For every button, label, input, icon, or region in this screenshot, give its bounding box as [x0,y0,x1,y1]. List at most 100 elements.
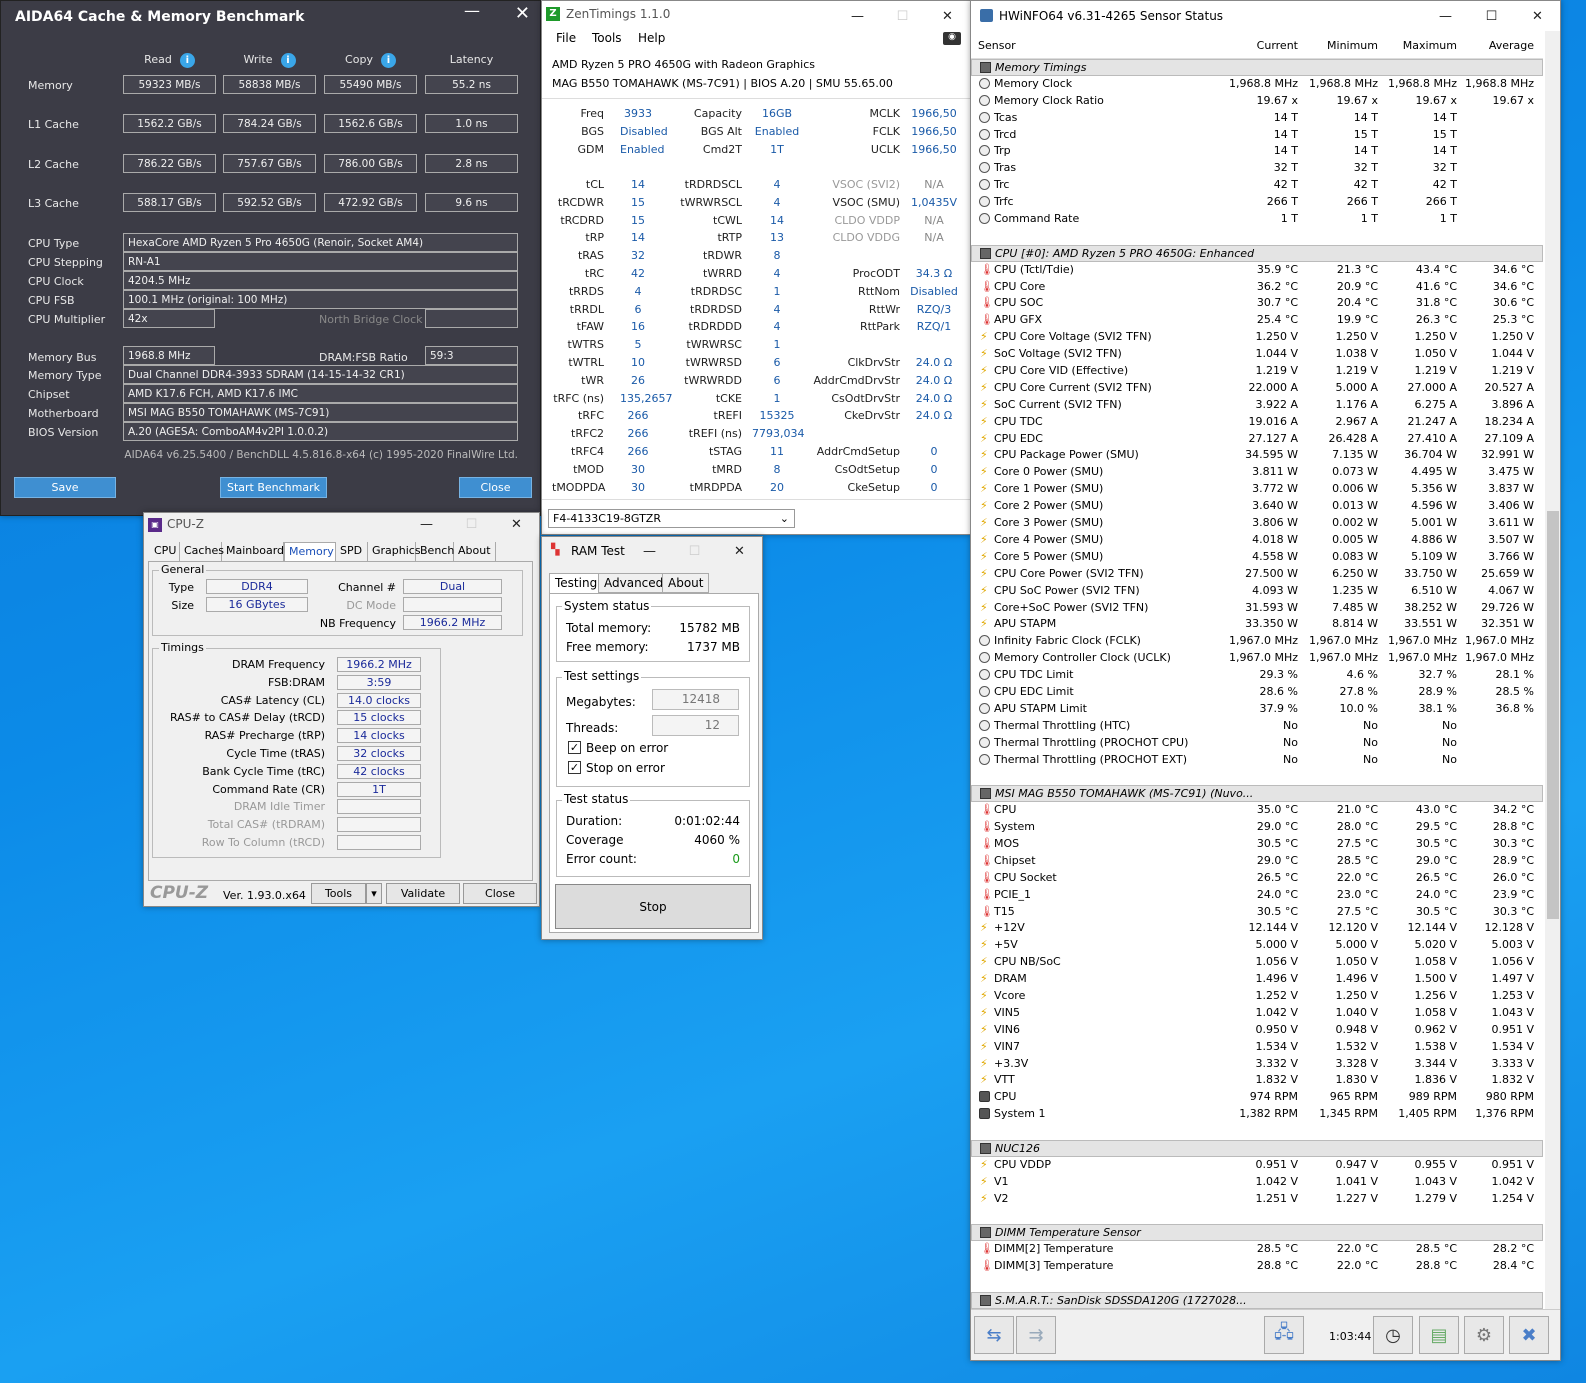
sensor-row[interactable]: Thermal Throttling (PROCHOT EXT) No No No [971,752,1543,769]
sensor-row[interactable]: ⚡ VTT 1.832 V 1.830 V 1.836 V 1.832 V [971,1072,1543,1089]
close-icon[interactable]: ✕ [515,3,530,24]
save-button[interactable]: Save [14,477,116,498]
tools-button[interactable]: Tools [311,883,366,904]
sensor-row[interactable]: ⚡ Core 0 Power (SMU) 3.811 W 0.073 W 4.495 W… [971,464,1543,481]
col-sensor[interactable]: Sensor [978,39,1016,52]
sensor-row[interactable]: Trp 14 T 14 T 14 T [971,143,1543,160]
close-icon[interactable]: ✕ [925,1,970,31]
sensor-group-row[interactable]: S.M.A.R.T.: SanDisk SDSSDA120G (1727028.… [971,1292,1543,1309]
stop-button[interactable]: Stop [555,884,751,929]
beep-checkbox[interactable]: ✓ [568,741,581,754]
maximize-button[interactable]: ☐ [1469,1,1514,31]
megabytes-input[interactable]: 12418 [652,689,739,710]
arrows-lr-icon[interactable]: ⇆ [974,1316,1014,1354]
sensor-row[interactable]: ⚡ CPU Core Voltage (SVI2 TFN) 1.250 V 1.250… [971,329,1543,346]
sensor-row[interactable]: Memory Clock 1,968.8 MHz 1,968.8 MHz 1,968.… [971,76,1543,93]
start-benchmark-button[interactable]: Start Benchmark [220,477,327,498]
minimize-button[interactable]: — [835,1,880,31]
tools-dropdown-icon[interactable]: ▾ [366,883,382,904]
validate-button[interactable]: Validate [386,883,460,904]
stop-on-error-checkbox[interactable]: ✓ [568,761,581,774]
log-file-icon[interactable]: ▤ [1419,1316,1459,1354]
sensor-row[interactable]: Command Rate 1 T 1 T 1 T [971,211,1543,228]
sensor-row[interactable]: 🌡 CPU (Tctl/Tdie) 35.9 °C 21.3 °C 43.4 °C 34.… [971,262,1543,279]
sensor-row[interactable]: ⚡ V2 1.251 V 1.227 V 1.279 V 1.254 V [971,1191,1543,1208]
sensor-row[interactable]: 🌡 DIMM[3] Temperature 28.8 °C 22.0 °C 28.8 °… [971,1258,1543,1275]
sensor-row[interactable]: 🌡 CPU 35.0 °C 21.0 °C 43.0 °C 34.2 °C [971,802,1543,819]
sensor-row[interactable]: 🌡 CPU Socket 26.5 °C 22.0 °C 26.5 °C 26.0 °C [971,870,1543,887]
profile-select[interactable]: F4-4133C19-8GTZR ⌄ [548,509,795,528]
tab-mainboard[interactable]: Mainboard [222,542,284,561]
tab-spd[interactable]: SPD [336,542,368,561]
col-current[interactable]: Current [1223,39,1298,52]
close-button[interactable]: Close [463,883,537,904]
sensor-row[interactable]: Tcas 14 T 14 T 14 T [971,110,1543,127]
sensor-row[interactable]: Tras 32 T 32 T 32 T [971,160,1543,177]
sensor-row[interactable]: ⚡ Core 3 Power (SMU) 3.806 W 0.002 W 5.001 W… [971,515,1543,532]
sensor-row[interactable]: ⚡ CPU EDC 27.127 A 26.428 A 27.410 A 27.109 A [971,431,1543,448]
tab-graphics[interactable]: Graphics [368,542,421,561]
sensor-row[interactable]: System 1 1,382 RPM 1,345 RPM 1,405 RPM 1,376… [971,1106,1543,1123]
sensor-group-row[interactable]: DIMM Temperature Sensor [971,1224,1543,1242]
sensor-row[interactable]: ⚡ Vcore 1.252 V 1.250 V 1.256 V 1.253 V [971,988,1543,1005]
sensor-group-row[interactable]: Memory Timings [971,59,1543,76]
minimize-button[interactable]: — [404,513,449,535]
sensor-row[interactable]: ⚡ Core 5 Power (SMU) 4.558 W 0.083 W 5.109 W… [971,549,1543,566]
info-icon[interactable]: i [380,53,396,68]
sensor-row[interactable]: ⚡ CPU SoC Power (SVI2 TFN) 4.093 W 1.235 W 6… [971,583,1543,600]
close-button[interactable]: Close [459,477,532,498]
threads-input[interactable]: 12 [652,715,739,736]
tab-about[interactable]: About [662,573,710,593]
sensor-row[interactable]: APU STAPM Limit 37.9 % 10.0 % 38.1 % 36.8 % [971,701,1543,718]
tab-memory[interactable]: Memory [284,542,336,561]
sensor-row[interactable]: 🌡 System 29.0 °C 28.0 °C 29.5 °C 28.8 °C [971,819,1543,836]
sensor-row[interactable]: 🌡 APU GFX 25.4 °C 19.9 °C 26.3 °C 25.3 °C [971,312,1543,329]
sensor-row[interactable]: 🌡 PCIE_1 24.0 °C 23.0 °C 24.0 °C 23.9 °C [971,887,1543,904]
sensor-row[interactable]: ⚡ Core 2 Power (SMU) 3.640 W 0.013 W 4.596 W… [971,498,1543,515]
sensor-row[interactable]: CPU 974 RPM 965 RPM 989 RPM 980 RPM [971,1089,1543,1106]
scrollbar-thumb[interactable] [1547,511,1559,919]
tab-cpu[interactable]: CPU [150,542,180,561]
sensor-row[interactable]: Trc 42 T 42 T 42 T [971,177,1543,194]
tab-testing[interactable]: Testing [549,573,604,593]
sensor-row[interactable]: Thermal Throttling (HTC) No No No [971,718,1543,735]
sensor-row[interactable]: ⚡ VIN6 0.950 V 0.948 V 0.962 V 0.951 V [971,1022,1543,1039]
info-icon[interactable]: i [280,53,296,68]
sensor-row[interactable]: 🌡 CPU Core 36.2 °C 20.9 °C 41.6 °C 34.6 °C [971,279,1543,296]
sensor-row[interactable]: ⚡ V1 1.042 V 1.041 V 1.043 V 1.042 V [971,1174,1543,1191]
sensor-row[interactable]: Trfc 266 T 266 T 266 T [971,194,1543,211]
sensor-row[interactable]: ⚡ CPU Core Power (SVI2 TFN) 27.500 W 6.250 … [971,566,1543,583]
sensor-row[interactable]: ⚡ +5V 5.000 V 5.000 V 5.020 V 5.003 V [971,937,1543,954]
sensor-row[interactable]: CPU TDC Limit 29.3 % 4.6 % 32.7 % 28.1 % [971,667,1543,684]
sensor-row[interactable]: Memory Controller Clock (UCLK) 1,967.0 MH… [971,650,1543,667]
clock-icon[interactable]: ◷ [1373,1316,1413,1354]
menu-file[interactable]: File [556,31,576,45]
vertical-scrollbar[interactable] [1545,31,1560,1309]
minimize-button[interactable]: — [627,537,672,565]
sensor-row[interactable]: ⚡ CPU NB/SoC 1.056 V 1.050 V 1.058 V 1.056 V [971,954,1543,971]
tab-advanced[interactable]: Advanced [598,573,670,593]
close-icon[interactable]: ✕ [1515,1,1560,31]
sensor-row[interactable]: Infinity Fabric Clock (FCLK) 1,967.0 MHz 1… [971,633,1543,650]
sensor-row[interactable]: CPU EDC Limit 28.6 % 27.8 % 28.9 % 28.5 % [971,684,1543,701]
tab-bench[interactable]: Bench [416,542,454,561]
arrows-collapse-icon[interactable]: ⇉ [1016,1316,1056,1354]
sensor-row[interactable]: ⚡ CPU Package Power (SMU) 34.595 W 7.135 W 3… [971,447,1543,464]
sensor-group-row[interactable]: MSI MAG B550 TOMAHAWK (MS-7C91) (Nuvo... [971,785,1543,803]
sensor-row[interactable]: ⚡ SoC Voltage (SVI2 TFN) 1.044 V 1.038 V 1.0… [971,346,1543,363]
sensor-row[interactable]: ⚡ CPU VDDP 0.951 V 0.947 V 0.955 V 0.951 V [971,1157,1543,1174]
col-maximum[interactable]: Maximum [1382,39,1457,52]
sensor-row[interactable]: ⚡ CPU Core Current (SVI2 TFN) 22.000 A 5.00… [971,380,1543,397]
sensor-row[interactable]: ⚡ CPU Core VID (Effective) 1.219 V 1.219 V 1… [971,363,1543,380]
network-icon[interactable]: 🖧 [1264,1316,1304,1354]
sensor-row[interactable]: Memory Clock Ratio 19.67 x 19.67 x 19.67 x 1… [971,93,1543,110]
col-minimum[interactable]: Minimum [1303,39,1378,52]
sensor-row[interactable]: ⚡ Core+SoC Power (SVI2 TFN) 31.593 W 7.485 … [971,600,1543,617]
sensor-row[interactable]: 🌡 DIMM[2] Temperature 28.5 °C 22.0 °C 28.5 °… [971,1241,1543,1258]
close-icon[interactable]: ✕ [494,513,539,535]
info-icon[interactable]: i [179,53,195,68]
sensor-row[interactable]: ⚡ DRAM 1.496 V 1.496 V 1.500 V 1.497 V [971,971,1543,988]
sensor-row[interactable]: 🌡 CPU SOC 30.7 °C 20.4 °C 31.8 °C 30.6 °C [971,295,1543,312]
sensor-row[interactable]: ⚡ VIN7 1.534 V 1.532 V 1.538 V 1.534 V [971,1039,1543,1056]
sensor-row[interactable]: 🌡 Chipset 29.0 °C 28.5 °C 29.0 °C 28.9 °C [971,853,1543,870]
